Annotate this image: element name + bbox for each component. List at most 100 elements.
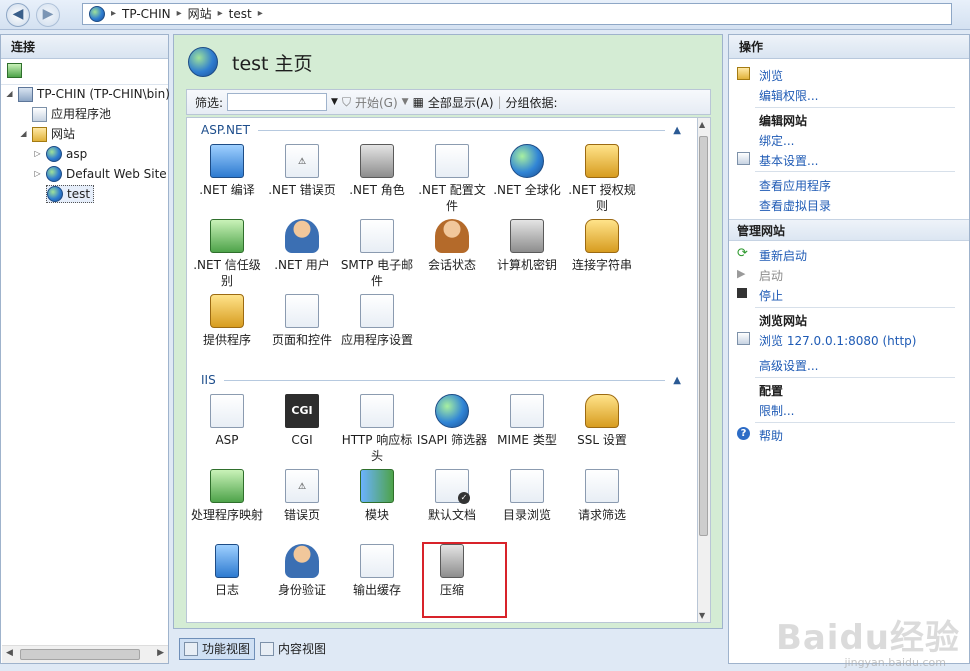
feature-pages-controls[interactable]: 页面和控件 [265, 294, 339, 348]
feature-session-state[interactable]: 会话状态 [415, 219, 489, 273]
dropdown-icon[interactable]: ▼ [402, 97, 409, 107]
feature-net-compilation[interactable]: .NET 编译 [190, 144, 264, 198]
address-bar: ◀ ▶ ▸ TP-CHIN ▸ 网站 ▸ test ▸ [0, 0, 970, 30]
breadcrumb-sites[interactable]: 网站 [188, 4, 212, 24]
feature-net-error-pages[interactable]: ⚠ .NET 错误页 [265, 144, 339, 198]
directory-browsing-icon [510, 469, 544, 503]
filter-input[interactable] [227, 93, 328, 111]
scroll-down-icon[interactable]: ▼ [699, 611, 705, 620]
tree-label: 网站 [51, 127, 76, 141]
feature-net-users[interactable]: .NET 用户 [265, 219, 339, 273]
start-filter-button[interactable]: 开始(G) [355, 94, 398, 111]
feature-ssl-settings[interactable]: SSL 设置 [565, 394, 639, 448]
feature-label: .NET 错误页 [268, 183, 336, 197]
feature-net-globalization[interactable]: .NET 全球化 [490, 144, 564, 198]
vertical-scrollbar[interactable]: ▲ ▼ [698, 117, 711, 623]
feature-asp[interactable]: ASP [190, 394, 264, 448]
feature-modules[interactable]: 模块 [340, 469, 414, 523]
feature-output-caching[interactable]: 输出缓存 [340, 544, 414, 598]
feature-label: .NET 授权规则 [568, 183, 636, 213]
back-button[interactable]: ◀ [6, 3, 30, 27]
scroll-up-icon[interactable]: ▲ [699, 120, 705, 129]
expand-icon[interactable]: ▷ [33, 145, 42, 163]
feature-error-pages[interactable]: ⚠ 错误页 [265, 469, 339, 523]
feature-handler-mappings[interactable]: 处理程序映射 [190, 469, 264, 523]
collapse-group-icon[interactable]: ▲ [673, 125, 681, 136]
tree-site-asp[interactable]: ▷ asp [33, 145, 87, 163]
feature-request-filtering[interactable]: 请求筛选 [565, 469, 639, 523]
show-all-button[interactable]: 全部显示(A) [428, 94, 494, 111]
advanced-settings-link[interactable]: 高级设置... [759, 357, 818, 374]
edit-permissions-link[interactable]: 编辑权限... [759, 87, 818, 104]
feature-authentication[interactable]: 身份验证 [265, 544, 339, 598]
help-link[interactable]: 帮助 [759, 427, 783, 444]
scroll-thumb[interactable] [699, 136, 708, 536]
view-applications-link[interactable]: 查看应用程序 [759, 177, 831, 194]
browse-icon [737, 67, 750, 80]
start-link[interactable]: 启动 [759, 267, 783, 284]
scroll-right-icon[interactable]: ▶ [157, 648, 164, 658]
tab-label: 内容视图 [278, 642, 327, 656]
expand-icon[interactable]: ▷ [33, 165, 42, 183]
restart-link[interactable]: 重新启动 [759, 247, 807, 264]
feature-default-document[interactable]: ✓ 默认文档 [415, 469, 489, 523]
feature-isapi-filters[interactable]: ISAPI 筛选器 [415, 394, 489, 448]
server-icon [18, 86, 33, 102]
group-header-aspnet[interactable]: ASP.NET ▲ [201, 123, 681, 137]
browser-icon [737, 332, 750, 345]
tree-site-test[interactable]: test [46, 185, 95, 203]
stop-link[interactable]: 停止 [759, 287, 783, 304]
tree-server[interactable]: ◢ TP-CHIN (TP-CHIN\bin) [5, 85, 170, 103]
horizontal-scrollbar[interactable]: ◀ ▶ [2, 645, 168, 663]
group-header-iis[interactable]: IIS ▲ [201, 373, 681, 387]
breadcrumb-site[interactable]: test [229, 4, 252, 24]
feature-mime-types[interactable]: MIME 类型 [490, 394, 564, 448]
breadcrumb[interactable]: ▸ TP-CHIN ▸ 网站 ▸ test ▸ [82, 3, 952, 25]
feature-net-authorization[interactable]: .NET 授权规则 [565, 144, 639, 214]
breadcrumb-server[interactable]: TP-CHIN [122, 4, 171, 24]
default-document-icon: ✓ [435, 469, 470, 504]
feature-smtp-email[interactable]: SMTP 电子邮件 [340, 219, 414, 289]
feature-net-profile[interactable]: .NET 配置文件 [415, 144, 489, 214]
feature-net-roles[interactable]: .NET 角色 [340, 144, 414, 198]
bindings-link[interactable]: 绑定... [759, 132, 794, 149]
page-header: test 主页 [188, 47, 313, 77]
scroll-thumb[interactable] [20, 649, 140, 660]
collapse-icon[interactable]: ◢ [5, 85, 14, 103]
basic-settings-link[interactable]: 基本设置... [759, 152, 818, 169]
tab-features-view[interactable]: 功能视图 [179, 638, 256, 660]
feature-machine-key[interactable]: 计算机密钥 [490, 219, 564, 273]
feature-http-headers[interactable]: HTTP 响应标头 [340, 394, 414, 464]
tree-site-default[interactable]: ▷ Default Web Site [33, 165, 167, 183]
feature-label: 身份验证 [277, 583, 326, 597]
collapse-icon[interactable]: ◢ [19, 125, 28, 143]
tab-content-view[interactable]: 内容视图 [255, 638, 331, 660]
group-by-label[interactable]: 分组依据: [506, 94, 558, 111]
feature-cgi[interactable]: CGI CGI [265, 394, 339, 448]
feature-connection-strings[interactable]: 连接字符串 [565, 219, 639, 273]
feature-directory-browsing[interactable]: 目录浏览 [490, 469, 564, 523]
log-book-icon [215, 544, 239, 578]
feature-app-settings[interactable]: 应用程序设置 [340, 294, 414, 348]
page-title: test 主页 [232, 52, 313, 75]
browse-link[interactable]: 浏览 [759, 67, 783, 84]
feature-providers[interactable]: 提供程序 [190, 294, 264, 348]
forward-button[interactable]: ▶ [36, 3, 60, 27]
browse-url-link[interactable]: 浏览 127.0.0.1:8080 (http) [759, 332, 916, 349]
view-virtual-directories-link[interactable]: 查看虚拟目录 [759, 197, 831, 214]
roles-icon [360, 144, 394, 178]
dropdown-icon[interactable]: ▼ [331, 97, 338, 107]
scroll-left-icon[interactable]: ◀ [6, 648, 13, 658]
connect-icon[interactable] [7, 63, 22, 78]
limits-link[interactable]: 限制... [759, 402, 794, 419]
watermark-url: jingyan.baidu.com [844, 656, 946, 669]
authentication-icon [285, 544, 319, 578]
tree-app-pools[interactable]: 应用程序池 [19, 105, 111, 123]
tree-sites[interactable]: ◢ 网站 [19, 125, 75, 143]
feature-label: .NET 信任级别 [193, 258, 261, 288]
output-cache-icon [360, 544, 394, 578]
collapse-group-icon[interactable]: ▲ [673, 375, 681, 386]
feature-net-trust-levels[interactable]: .NET 信任级别 [190, 219, 264, 289]
feature-label: 提供程序 [202, 333, 251, 347]
feature-logging[interactable]: 日志 [190, 544, 264, 598]
